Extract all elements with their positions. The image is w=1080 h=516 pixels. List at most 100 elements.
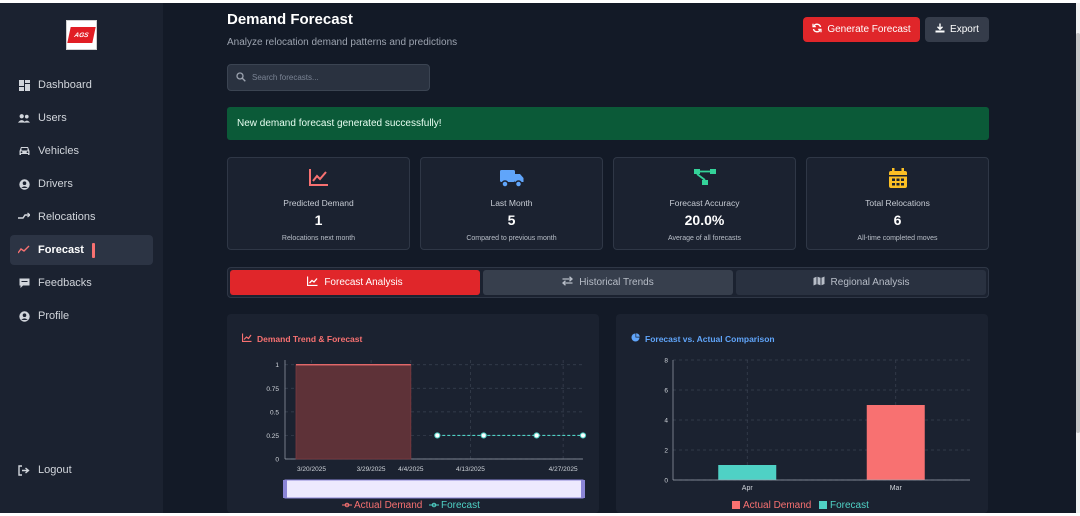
sidebar-item-label: Dashboard — [38, 79, 92, 91]
export-label: Export — [950, 24, 979, 35]
brush-handle-right — [581, 480, 585, 498]
y-tick-label: 0.75 — [266, 386, 279, 393]
comparison-chart: 0 2 4 6 8 Apr Mar Actual Demand Forecast — [664, 358, 970, 511]
x-tick-label: Apr — [742, 485, 754, 492]
stat-desc: Average of all forecasts — [667, 235, 742, 242]
map-icon — [813, 276, 825, 289]
stat-value: 1 — [314, 212, 323, 228]
stat-value: 6 — [893, 212, 902, 228]
legend-label-forecast: Forecast — [830, 500, 869, 511]
exchange-icon — [562, 276, 574, 289]
stat-label: Forecast Accuracy — [669, 198, 740, 208]
y-tick-label: 1 — [275, 362, 279, 369]
y-tick-label: 0.5 — [270, 409, 279, 416]
x-tick-label: 3/20/2025 — [297, 466, 326, 473]
stat-label: Predicted Demand — [283, 198, 354, 208]
sidebar-item-label: Vehicles — [38, 145, 79, 157]
legend-swatch-actual — [732, 501, 740, 509]
legend-swatch-forecast — [819, 501, 827, 509]
stat-desc: Compared to previous month — [466, 235, 557, 242]
chart-line-icon — [18, 244, 30, 256]
forecast-point — [480, 432, 487, 439]
forecast-point — [434, 432, 441, 439]
comparison-panel: Forecast vs. Actual Comparison 0 2 4 6 8 Apr M… — [616, 314, 988, 513]
sidebar-item-relocations[interactable]: Relocations — [10, 202, 153, 232]
user-circle-icon — [18, 178, 30, 190]
legend-label-actual: Actual Demand — [743, 500, 811, 511]
sidebar-item-label: Forecast — [38, 244, 84, 256]
logout-button[interactable]: Logout — [10, 455, 153, 485]
network-icon — [614, 168, 795, 186]
x-tick-label: Mar — [890, 485, 903, 492]
chart-line-icon — [307, 276, 318, 289]
stat-card-last-month: Last Month 5 Compared to previous month — [420, 157, 603, 250]
y-tick-label: 0.25 — [266, 433, 279, 440]
stat-value: 5 — [507, 212, 516, 228]
y-tick-label: 4 — [664, 418, 668, 425]
x-tick-label: 4/27/2025 — [549, 466, 578, 473]
legend-label-forecast: Forecast — [441, 500, 480, 511]
route-icon — [18, 211, 30, 223]
stat-desc: Relocations next month — [281, 235, 356, 242]
sidebar-item-label: Feedbacks — [38, 277, 92, 289]
tab-label: Historical Trends — [579, 277, 654, 288]
logo[interactable]: AGS — [66, 20, 97, 50]
demand-trend-panel: Demand Trend & Forecast 0 0.25 0.5 0.75 1 3/2… — [227, 314, 599, 513]
sidebar-item-label: Profile — [38, 310, 70, 322]
sidebar-item-forecast[interactable]: Forecast — [10, 235, 153, 265]
search-input[interactable] — [252, 73, 422, 82]
forecast-point — [533, 432, 540, 439]
success-alert: New demand forecast generated successful… — [227, 107, 989, 140]
sidebar-item-drivers[interactable]: Drivers — [10, 169, 153, 199]
tab-label: Forecast Analysis — [324, 277, 403, 288]
tab-label: Regional Analysis — [830, 277, 910, 288]
analysis-tabs: Forecast Analysis Historical Trends Regi… — [227, 267, 989, 298]
forecast-point — [579, 432, 587, 439]
download-icon — [935, 23, 945, 36]
sidebar-item-label: Drivers — [38, 178, 73, 190]
car-icon — [18, 145, 30, 157]
sidebar-item-vehicles[interactable]: Vehicles — [10, 136, 153, 166]
y-tick-label: 0 — [275, 457, 279, 464]
chart-line-icon — [228, 168, 409, 186]
y-tick-label: 6 — [664, 388, 668, 395]
chart-legend: Actual Demand Forecast — [732, 500, 869, 511]
app-window: AGS Dashboard Users Vehicles Drivers Rel… — [0, 3, 1076, 513]
tab-regional-analysis[interactable]: Regional Analysis — [736, 270, 986, 295]
stat-card-total-relocations: Total Relocations 6 All-time completed m… — [806, 157, 989, 250]
page-scrollbar[interactable] — [1076, 3, 1080, 513]
sidebar-item-profile[interactable]: Profile — [10, 301, 153, 331]
sidebar-item-dashboard[interactable]: Dashboard — [10, 70, 153, 100]
stat-desc: All-time completed moves — [857, 235, 938, 242]
tab-forecast-analysis[interactable]: Forecast Analysis — [230, 270, 480, 295]
export-button[interactable]: Export — [925, 17, 989, 42]
bar-forecast — [718, 465, 777, 480]
generate-forecast-label: Generate Forecast — [827, 24, 911, 35]
stat-label: Last Month — [490, 198, 533, 208]
sidebar: AGS Dashboard Users Vehicles Drivers Rel… — [0, 3, 163, 513]
brush-handle-left — [283, 480, 287, 498]
sidebar-item-feedbacks[interactable]: Feedbacks — [10, 268, 153, 298]
sidebar-item-label: Users — [38, 112, 67, 124]
x-tick-label: 4/4/2025 — [398, 466, 424, 473]
tab-historical-trends[interactable]: Historical Trends — [483, 270, 733, 295]
scrollbar-thumb[interactable] — [1076, 33, 1080, 433]
logo-mark: AGS — [67, 27, 96, 43]
calendar-icon — [807, 168, 988, 188]
legend-label-actual: Actual Demand — [354, 500, 422, 511]
y-tick-label: 0 — [664, 478, 668, 485]
bar-actual-demand — [866, 405, 925, 480]
sidebar-item-users[interactable]: Users — [10, 103, 153, 133]
logout-icon — [18, 464, 30, 476]
page-subtitle: Analyze relocation demand patterns and p… — [227, 37, 458, 48]
page-title: Demand Forecast — [227, 11, 353, 28]
chart-legend: Actual Demand Forecast — [342, 500, 480, 511]
demand-trend-chart: 0 0.25 0.5 0.75 1 3/20/2025 3/29/2025 4/4/2025 4… — [266, 360, 587, 511]
search-icon — [236, 69, 246, 87]
active-indicator — [91, 242, 95, 258]
y-tick-label: 8 — [664, 358, 668, 365]
stat-card-predicted-demand: Predicted Demand 1 Relocations next mont… — [227, 157, 410, 250]
search-box — [227, 64, 430, 91]
sidebar-item-label: Relocations — [38, 211, 96, 223]
generate-forecast-button[interactable]: Generate Forecast — [803, 17, 920, 42]
